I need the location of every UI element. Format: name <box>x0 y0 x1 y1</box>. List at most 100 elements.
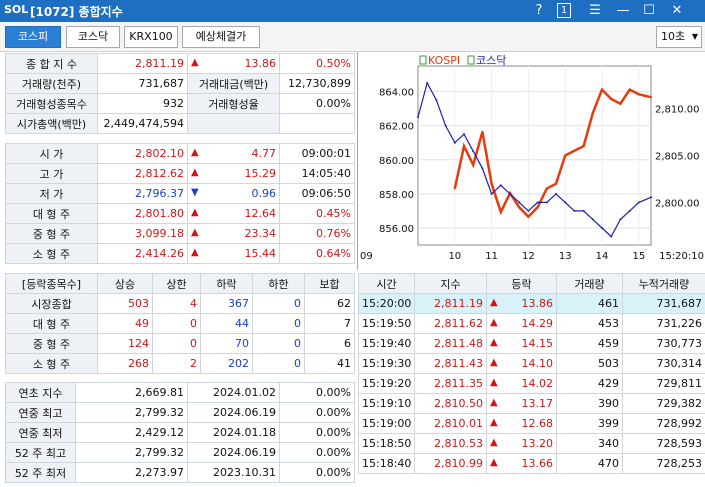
breadth-header: 상한 <box>152 273 201 294</box>
breadth-upper: 0 <box>152 313 201 334</box>
data-point <box>518 206 521 209</box>
ohlc-change-value: 12.64 <box>244 207 277 220</box>
ohlc-change-value: 15.29 <box>244 167 277 180</box>
tick-time: 15:20:00 <box>358 293 415 314</box>
breadth-label: 중 형 주 <box>5 333 98 354</box>
tick-row[interactable]: 15:19:30 2,811.43 ▲ 14.10 503 730,314 <box>358 353 705 374</box>
tick-time: 15:19:20 <box>358 373 415 394</box>
tick-row[interactable]: 15:19:40 2,811.48 ▲ 14.15 459 730,773 <box>358 333 705 354</box>
tick-row[interactable]: 15:19:20 2,811.35 ▲ 14.02 429 729,811 <box>358 373 705 394</box>
data-point <box>582 145 585 148</box>
ohlc-row: 저 가 2,796.37 ▼ 0.96 09:06:50 <box>5 183 355 204</box>
tick-cum-volume: 731,687 <box>622 293 705 314</box>
tick-time: 15:18:50 <box>358 433 415 454</box>
tick-row[interactable]: 15:20:00 2,811.19 ▲ 13.86 461 731,687 <box>358 293 705 314</box>
high-low-pct: 0.00% <box>279 402 355 423</box>
tab-kosdaq[interactable]: 코스닥 <box>66 26 120 48</box>
close-icon[interactable]: ✕ <box>668 2 686 19</box>
data-point <box>426 82 429 84</box>
market-cap-label: 시가총액(백만) <box>5 113 98 134</box>
traded-count-value: 932 <box>97 93 188 114</box>
tick-change: ▲ 14.29 <box>486 313 557 334</box>
up-arrow-icon: ▲ <box>191 167 199 178</box>
up-arrow-icon: ▲ <box>490 317 498 328</box>
tick-change-value: 13.86 <box>521 297 554 310</box>
breadth-up: 124 <box>97 333 153 354</box>
breadth-label: 소 형 주 <box>5 353 98 374</box>
tick-cum-volume: 730,314 <box>622 353 705 374</box>
breadth-lower: 0 <box>252 313 305 334</box>
tick-change: ▲ 13.20 <box>486 433 557 454</box>
tick-header: 등락 <box>486 273 557 294</box>
traded-ratio-label: 거래형성율 <box>187 93 280 114</box>
tick-change-value: 14.15 <box>521 337 554 350</box>
high-low-row: 연초 지수 2,669.81 2024.01.02 0.00% <box>5 382 355 403</box>
y-left-tick-label: 858.00 <box>379 190 414 201</box>
interval-select[interactable]: 10초 ▼ <box>656 26 702 48</box>
up-arrow-icon: ▲ <box>490 457 498 468</box>
app-logo: SOL <box>4 3 29 16</box>
maximize-icon[interactable]: ☐ <box>640 2 658 19</box>
up-arrow-icon: ▲ <box>490 297 498 308</box>
tick-row[interactable]: 15:19:50 2,811.62 ▲ 14.29 453 731,226 <box>358 313 705 334</box>
breadth-row: 대 형 주 49 0 44 0 7 <box>5 313 355 334</box>
ohlc-table: 시 가 2,802.10 ▲ 4.77 09:00:01 고 가 2,812.62 ▲ 15.2… <box>5 143 355 264</box>
up-arrow-icon: ▲ <box>191 147 199 158</box>
tick-row[interactable]: 15:18:40 2,810.99 ▲ 13.66 470 728,253 <box>358 453 705 474</box>
legend-swatch <box>419 55 427 65</box>
data-point <box>509 192 511 195</box>
tick-change: ▲ 12.68 <box>486 413 557 434</box>
tick-index: 2,811.48 <box>414 333 487 354</box>
tick-index: 2,810.99 <box>414 453 487 474</box>
legend-label: KOSPI <box>428 54 460 67</box>
down-arrow-icon: ▼ <box>191 187 199 198</box>
legend-label: 코스닥 <box>476 54 506 67</box>
ohlc-time: 14:05:40 <box>279 163 355 184</box>
data-point <box>499 211 502 213</box>
breadth-flat: 6 <box>304 333 355 354</box>
tick-row[interactable]: 15:19:10 2,810.50 ▲ 13.17 390 729,382 <box>358 393 705 414</box>
high-low-value: 2,799.32 <box>75 402 188 423</box>
ohlc-label: 저 가 <box>5 183 98 204</box>
ohlc-time: 09:06:50 <box>279 183 355 204</box>
tick-header: 누적거래량 <box>622 273 705 294</box>
ohlc-change: ▲ 23.34 <box>187 223 280 244</box>
breadth-label: 시장종합 <box>5 293 98 314</box>
data-point <box>601 227 603 229</box>
menu-icon[interactable]: ☰ <box>586 2 604 19</box>
ohlc-label: 중 형 주 <box>5 223 98 244</box>
breadth-label: 대 형 주 <box>5 313 98 334</box>
data-point <box>555 182 557 185</box>
index-summary-table: 종 합 지 수 2,811.19 ▲ 13.86 0.50% 거래량(천주) 73… <box>5 53 355 134</box>
help-icon[interactable]: ? <box>530 2 548 19</box>
tick-row[interactable]: 15:18:50 2,810.53 ▲ 13.20 340 728,593 <box>358 433 705 454</box>
data-point <box>637 93 640 96</box>
minimize-icon[interactable]: — <box>614 2 632 19</box>
tick-change-value: 14.02 <box>521 377 554 390</box>
tab-expected-price[interactable]: 예상체결가 <box>182 26 260 48</box>
tick-index: 2,811.62 <box>414 313 487 334</box>
y-left-tick-label: 864.00 <box>379 88 414 99</box>
breadth-lower: 0 <box>252 333 305 354</box>
tick-volume: 470 <box>556 453 623 474</box>
tick-row[interactable]: 15:19:00 2,810.01 ▲ 12.68 399 728,992 <box>358 413 705 434</box>
tick-time: 15:19:30 <box>358 353 415 374</box>
breadth-row: 시장종합 503 4 367 0 62 <box>5 293 355 314</box>
composite-index-pct: 0.50% <box>279 53 355 74</box>
ohlc-value: 2,414.26 <box>97 243 188 264</box>
high-low-date: 2024.06.19 <box>187 442 280 463</box>
intraday-chart[interactable]: 864.00 862.00 860.00 858.00 856.00 2,810.00 2,… <box>357 52 705 270</box>
tick-change-value: 13.20 <box>521 437 554 450</box>
tick-index: 2,810.50 <box>414 393 487 414</box>
breadth-flat: 7 <box>304 313 355 334</box>
tick-header: 거래량 <box>556 273 623 294</box>
tab-krx100[interactable]: KRX100 <box>124 26 178 48</box>
up-arrow-icon: ▲ <box>490 357 498 368</box>
tab-kospi[interactable]: 코스피 <box>5 26 61 48</box>
data-point <box>463 133 465 136</box>
ohlc-change-value: 4.77 <box>251 147 277 160</box>
composite-index-label: 종 합 지 수 <box>5 53 98 74</box>
number-one-icon[interactable]: 1 <box>557 3 571 18</box>
tick-index: 2,811.19 <box>414 293 487 314</box>
y-right-tick-label: 2,810.00 <box>655 104 700 115</box>
